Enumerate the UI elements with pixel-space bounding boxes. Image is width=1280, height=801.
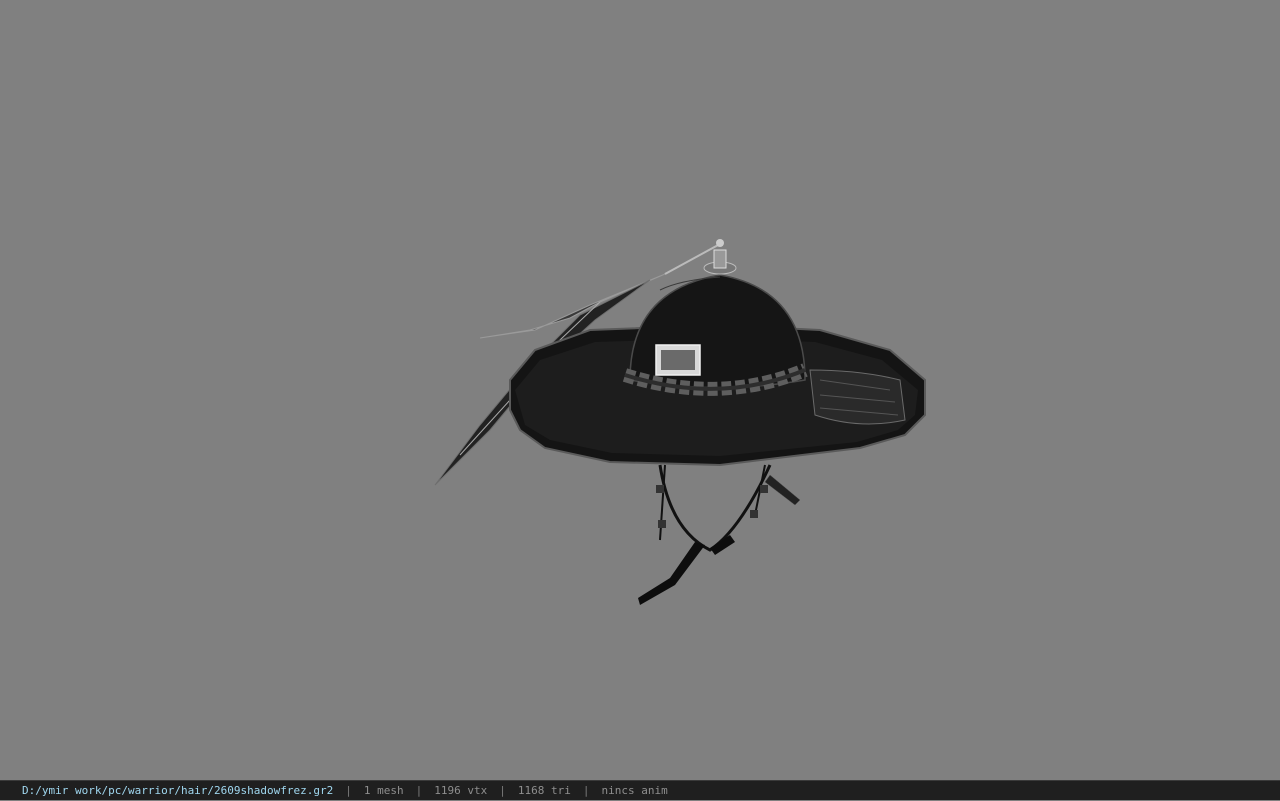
separator: | bbox=[499, 783, 506, 797]
hat-model bbox=[434, 239, 926, 605]
animation-status: nincs anim bbox=[601, 783, 668, 797]
chin-strap bbox=[638, 464, 801, 605]
hat-badge bbox=[655, 344, 701, 376]
vertex-count: 1196 vtx bbox=[434, 783, 488, 797]
separator: | bbox=[415, 783, 423, 797]
separator: | bbox=[582, 783, 590, 797]
file-path: D:/ymir work/pc/warrior/hair/2609shadowf… bbox=[22, 783, 334, 797]
separator: | bbox=[345, 783, 352, 797]
model-viewport[interactable] bbox=[0, 0, 1280, 780]
triangle-count: 1168 tri bbox=[517, 783, 571, 797]
tassel bbox=[809, 369, 906, 425]
mesh-count: 1 mesh bbox=[363, 783, 404, 797]
status-bar: D:/ymir work/pc/warrior/hair/2609shadowf… bbox=[0, 780, 1280, 800]
